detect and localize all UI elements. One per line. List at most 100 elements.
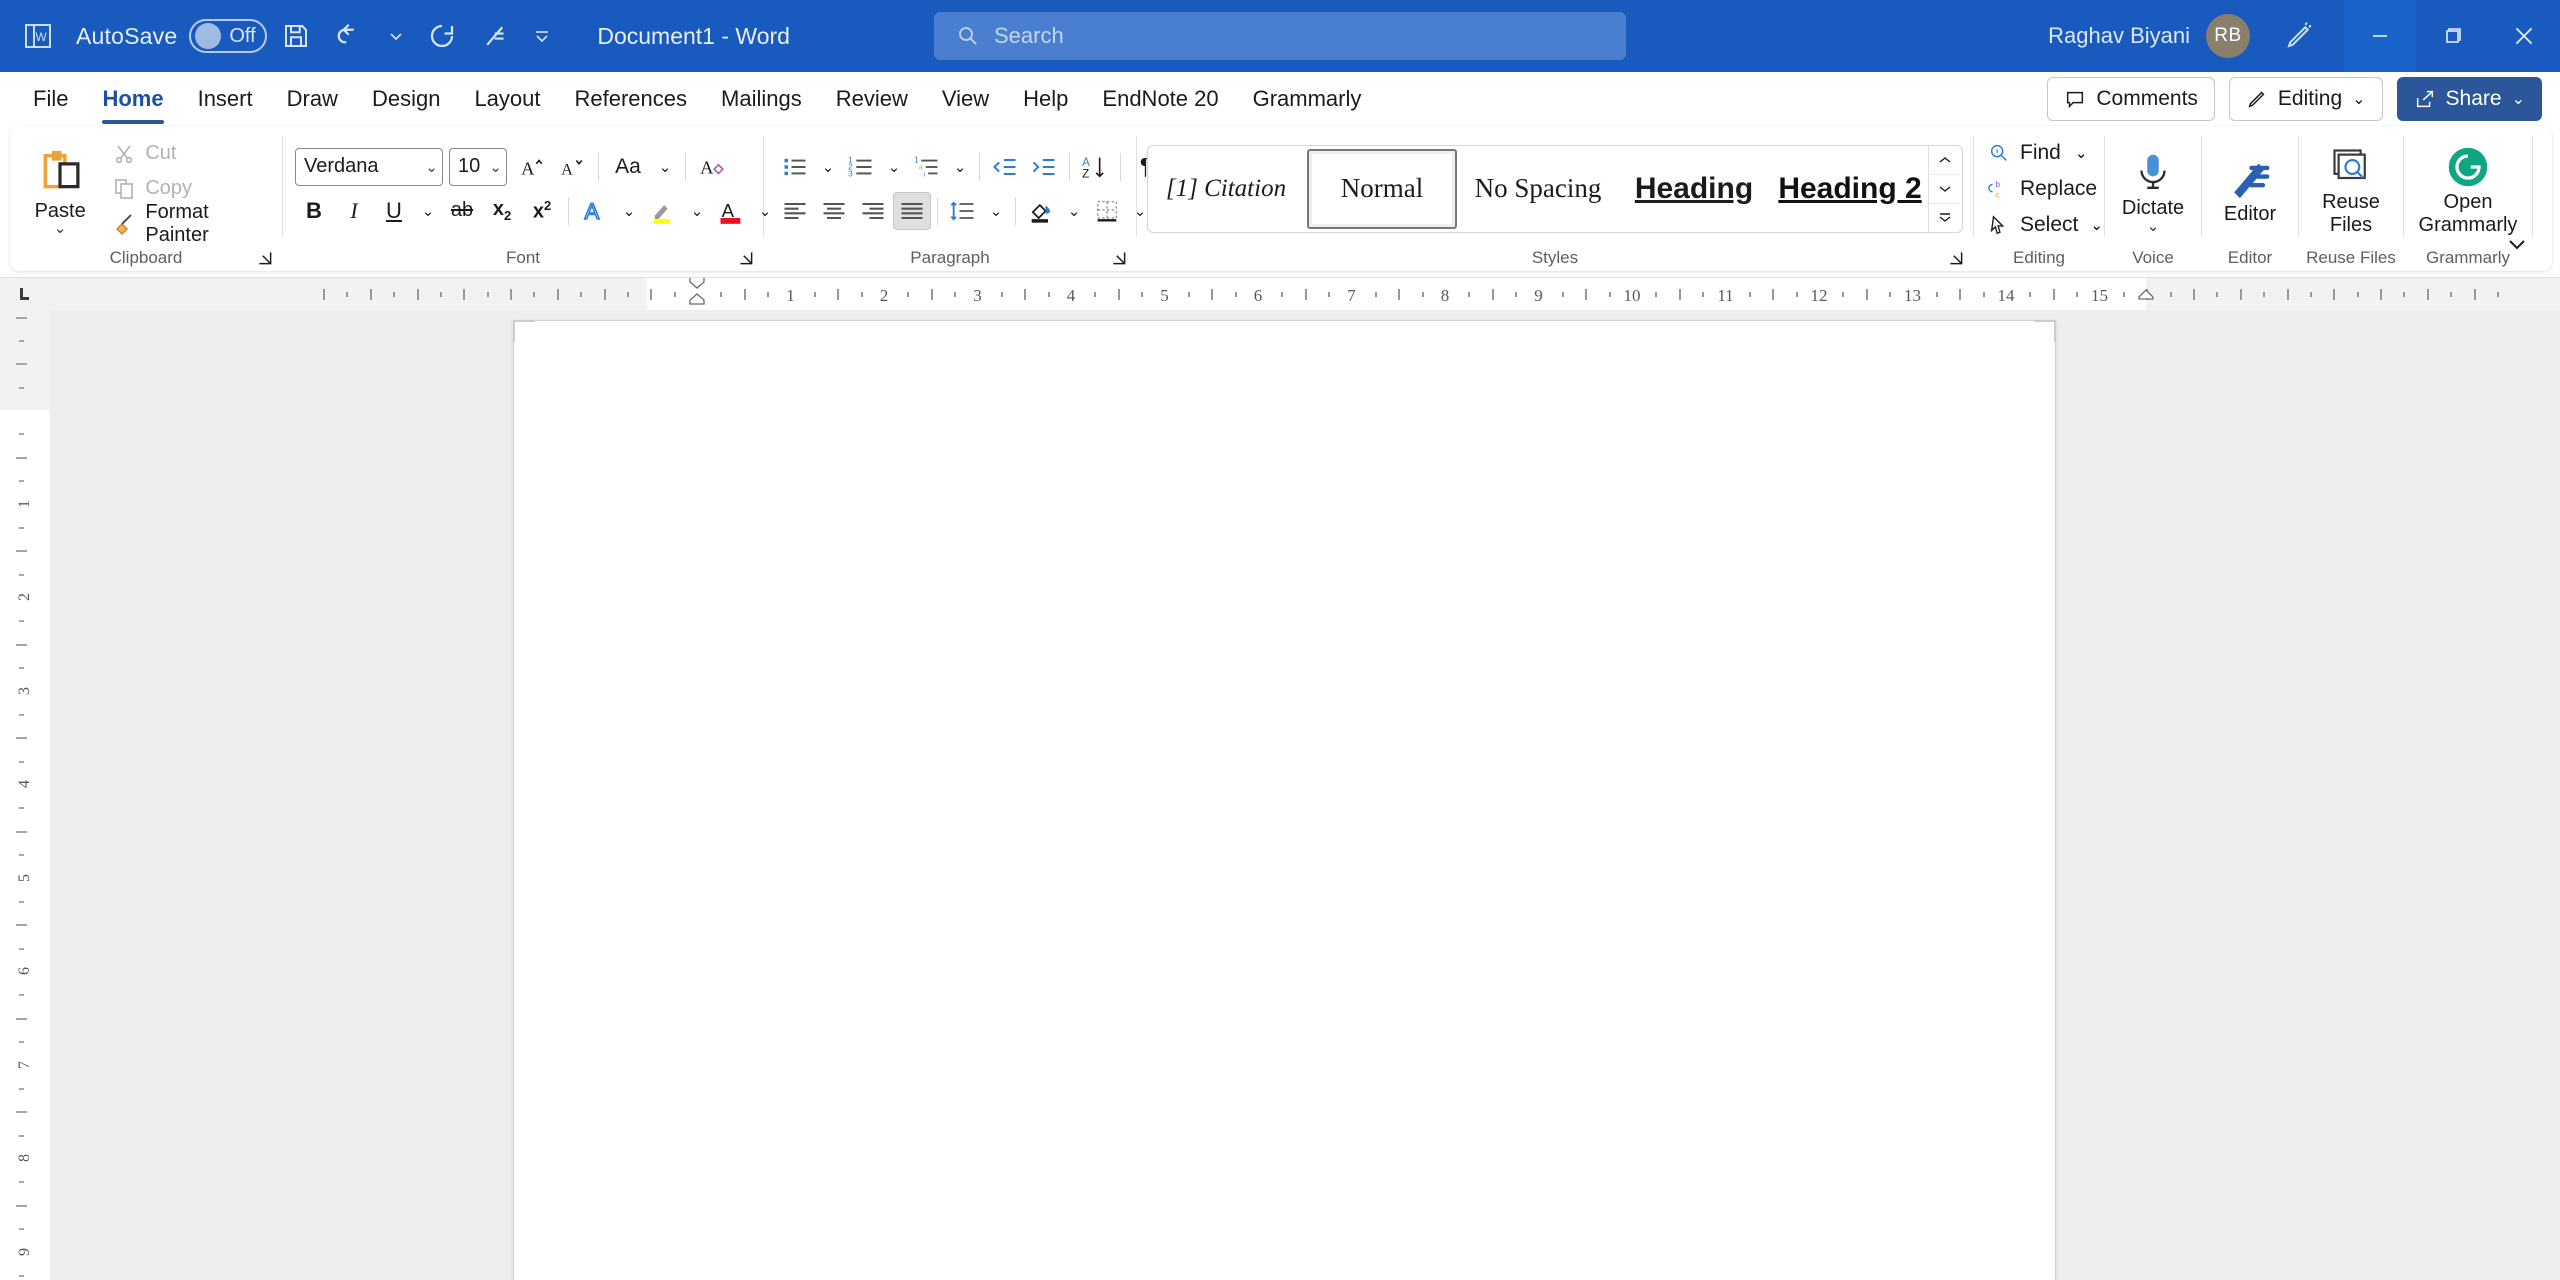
style-item-citation[interactable]: [1] Citation	[1151, 149, 1301, 229]
style-item-no-spacing[interactable]: No Spacing	[1463, 149, 1613, 229]
tab-file[interactable]: File	[16, 77, 85, 121]
underline-chevron-icon[interactable]: ⌄	[415, 192, 441, 230]
font-color-icon[interactable]: A	[712, 192, 750, 230]
vertical-ruler[interactable]: 1 2 3 4 5 6 7 8 9	[0, 310, 50, 1280]
text-effects-chevron-icon[interactable]: ⌄	[616, 192, 642, 230]
clear-formatting-icon[interactable]: A	[693, 148, 731, 186]
tab-grammarly[interactable]: Grammarly	[1236, 77, 1379, 121]
paste-dropdown-chevron-icon[interactable]: ⌄	[54, 221, 67, 236]
styles-dialog-launcher[interactable]	[1947, 249, 1965, 267]
text-effects-icon[interactable]: A	[576, 192, 614, 230]
superscript-button[interactable]: x2	[523, 192, 561, 230]
font-name-combo[interactable]: Verdana ⌄	[295, 147, 443, 186]
shrink-font-icon[interactable]: A	[553, 148, 591, 186]
cut-button[interactable]: Cut	[106, 138, 272, 170]
dictate-chevron-icon[interactable]: ⌄	[2147, 219, 2160, 234]
change-case-icon[interactable]: Aa	[606, 148, 650, 186]
italic-button[interactable]: I	[335, 192, 373, 230]
close-button[interactable]	[2488, 0, 2560, 72]
font-size-combo[interactable]: 10 ⌄	[449, 147, 507, 186]
styles-scroll-up-button[interactable]	[1929, 146, 1960, 175]
style-item-normal[interactable]: Normal	[1307, 148, 1457, 229]
minimize-button[interactable]	[2344, 0, 2416, 72]
draw-with-trackpad-icon[interactable]	[471, 11, 521, 61]
replace-button[interactable]: b c Replace	[1980, 172, 2105, 206]
grow-font-icon[interactable]: A	[513, 148, 551, 186]
left-tab-stop-icon[interactable]	[0, 278, 50, 310]
format-painter-button[interactable]: Format Painter	[106, 201, 272, 246]
tab-layout[interactable]: Layout	[457, 77, 557, 121]
clipboard-dialog-launcher[interactable]	[256, 249, 274, 267]
redo-icon[interactable]	[417, 11, 467, 61]
tab-insert[interactable]: Insert	[181, 77, 270, 121]
find-button[interactable]: Find ⌄	[1980, 136, 2095, 170]
select-chevron-icon[interactable]: ⌄	[2090, 216, 2103, 234]
comments-button[interactable]: Comments	[2047, 77, 2215, 121]
strikethrough-button[interactable]: ab	[443, 192, 481, 230]
multilevel-chevron-icon[interactable]: ⌄	[947, 148, 973, 186]
document-canvas[interactable]	[50, 310, 2560, 1280]
increase-indent-icon[interactable]	[1025, 148, 1063, 186]
bullet-list-icon[interactable]	[776, 148, 814, 186]
highlight-chevron-icon[interactable]: ⌄	[684, 192, 710, 230]
avatar[interactable]: RB	[2206, 14, 2250, 58]
bullets-chevron-icon[interactable]: ⌄	[815, 148, 841, 186]
customize-quick-access-icon[interactable]	[525, 11, 559, 61]
tab-home[interactable]: Home	[85, 77, 180, 124]
find-chevron-icon[interactable]: ⌄	[2075, 144, 2088, 162]
style-item-heading-2[interactable]: Heading 2	[1775, 149, 1925, 229]
decrease-indent-icon[interactable]	[986, 148, 1024, 186]
font-dialog-launcher[interactable]	[737, 249, 755, 267]
paragraph-dialog-launcher[interactable]	[1110, 249, 1128, 267]
collapse-ribbon-button[interactable]	[2500, 229, 2534, 259]
horizontal-ruler[interactable]: 1 2 3 4 5 6 7 8 9 10 11 12 13 14 15	[50, 278, 2560, 310]
styles-scroll-down-button[interactable]	[1929, 175, 1960, 204]
borders-icon[interactable]	[1088, 192, 1126, 230]
tab-draw[interactable]: Draw	[270, 77, 355, 121]
tab-endnote-20[interactable]: EndNote 20	[1085, 77, 1235, 121]
undo-dropdown-chevron-icon[interactable]	[379, 11, 413, 61]
editing-mode-button[interactable]: Editing ⌄	[2228, 77, 2383, 121]
line-spacing-icon[interactable]	[944, 192, 982, 230]
tab-design[interactable]: Design	[355, 77, 457, 121]
align-right-icon[interactable]	[854, 192, 892, 230]
styles-more-button[interactable]	[1929, 204, 1960, 232]
document-page[interactable]	[513, 320, 2056, 1280]
select-button[interactable]: Select ⌄	[1980, 208, 2111, 242]
paste-button[interactable]: Paste ⌄	[20, 144, 100, 236]
restore-button[interactable]	[2416, 0, 2488, 72]
change-case-chevron-icon[interactable]: ⌄	[652, 148, 678, 186]
tab-help[interactable]: Help	[1006, 77, 1085, 121]
dictate-button[interactable]: Dictate ⌄	[2105, 145, 2201, 234]
align-left-icon[interactable]	[776, 192, 814, 230]
reuse-files-button[interactable]: Reuse Files	[2303, 141, 2399, 237]
align-center-icon[interactable]	[815, 192, 853, 230]
numbered-list-icon[interactable]: 1 2 3	[842, 148, 880, 186]
sort-az-icon[interactable]: A Z	[1076, 148, 1114, 186]
text-highlight-icon[interactable]	[644, 192, 682, 230]
autosave-toggle[interactable]: Off	[189, 19, 268, 53]
bold-button[interactable]: B	[295, 192, 333, 230]
editor-button[interactable]: Editor	[2202, 151, 2298, 226]
numbering-chevron-icon[interactable]: ⌄	[881, 148, 907, 186]
first-line-indent-marker[interactable]	[688, 278, 706, 289]
shading-icon[interactable]	[1022, 192, 1060, 230]
justify-icon[interactable]	[893, 191, 931, 230]
tab-view[interactable]: View	[925, 77, 1006, 121]
tab-mailings[interactable]: Mailings	[704, 77, 819, 121]
undo-icon[interactable]	[325, 11, 375, 61]
search-input[interactable]: Search	[934, 12, 1626, 60]
ink-pen-icon[interactable]	[2272, 9, 2326, 63]
right-indent-marker[interactable]	[2137, 288, 2155, 304]
multilevel-list-icon[interactable]: 1 a i	[908, 148, 946, 186]
shading-chevron-icon[interactable]: ⌄	[1061, 192, 1087, 230]
share-button[interactable]: Share ⌄	[2396, 77, 2542, 121]
underline-button[interactable]: U	[375, 192, 413, 230]
tab-review[interactable]: Review	[819, 77, 925, 121]
line-spacing-chevron-icon[interactable]: ⌄	[983, 192, 1009, 230]
style-item-heading[interactable]: Heading	[1619, 149, 1769, 229]
hanging-indent-marker[interactable]	[688, 293, 706, 309]
subscript-button[interactable]: x2	[483, 192, 521, 230]
save-icon[interactable]	[271, 11, 321, 61]
tab-references[interactable]: References	[558, 77, 705, 121]
